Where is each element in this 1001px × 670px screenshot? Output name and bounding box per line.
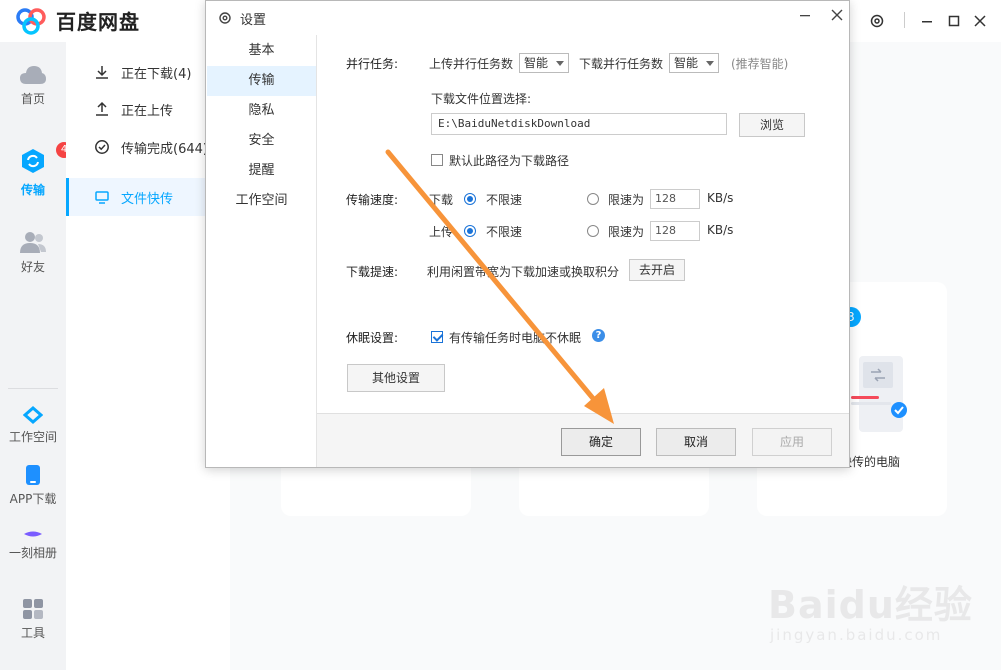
- cancel-button[interactable]: 取消: [656, 428, 736, 456]
- upload-limit-radio[interactable]: [587, 225, 599, 237]
- baidu-netdisk-logo-icon: [16, 7, 46, 35]
- menu-workspace[interactable]: 工作空间: [207, 186, 316, 216]
- settings-gear-icon: [219, 12, 231, 24]
- workspace-icon: [23, 406, 43, 424]
- download-location-label: 下载文件位置选择:: [431, 92, 532, 106]
- nav-album[interactable]: 一刻相册: [0, 528, 66, 561]
- nav-divider: [8, 388, 58, 389]
- nav-workspace[interactable]: 工作空间: [0, 406, 66, 445]
- monitor-icon: [94, 189, 112, 205]
- upload-parallel-value: 智能: [524, 56, 549, 70]
- upload-parallel-select[interactable]: 智能: [519, 53, 569, 73]
- download-limit-input[interactable]: 128: [650, 189, 700, 209]
- check-circle-icon: [94, 139, 112, 155]
- help-icon[interactable]: ?: [592, 329, 605, 342]
- download-unlimited-label: 不限速: [486, 193, 523, 207]
- boost-enable-button[interactable]: 去开启: [629, 259, 685, 281]
- upload-parallel-label: 上传并行任务数: [429, 57, 514, 71]
- watermark-url: jingyan.baidu.com: [770, 626, 943, 644]
- friends-icon: [20, 232, 46, 253]
- download-limit-unit: KB/s: [707, 191, 734, 205]
- download-path-input[interactable]: E:\BaiduNetdiskDownload: [431, 113, 727, 135]
- browse-button[interactable]: 浏览: [739, 113, 805, 137]
- nav-home[interactable]: 首页: [0, 64, 66, 107]
- nav-transfer-label: 传输: [20, 183, 45, 197]
- transfer-icon: [22, 149, 44, 173]
- upload-unlimited-label: 不限速: [486, 225, 523, 239]
- subnav-completed-label: 传输完成(644): [121, 141, 208, 157]
- apply-button[interactable]: 应用: [752, 428, 832, 456]
- dialog-titlebar: 设置: [206, 1, 849, 35]
- parallel-label: 并行任务:: [346, 57, 399, 71]
- nav-home-label: 首页: [20, 92, 45, 106]
- titlebar-divider: [904, 12, 905, 28]
- sleep-label: 休眠设置:: [346, 331, 399, 345]
- nav-album-label: 一刻相册: [8, 546, 57, 560]
- computer-illustration-icon: [851, 356, 907, 432]
- nav-tools-label: 工具: [20, 626, 45, 640]
- upload-limit-unit: KB/s: [707, 223, 734, 237]
- tools-icon: [23, 599, 43, 619]
- chevron-down-icon: [706, 61, 714, 66]
- default-path-label: 默认此路径为下载路径: [449, 154, 570, 168]
- watermark-title: Baidu经验: [768, 583, 973, 627]
- ok-button[interactable]: 确定: [561, 428, 641, 456]
- dialog-minimize-icon[interactable]: [794, 4, 816, 26]
- app-title: 百度网盘: [56, 10, 140, 34]
- chevron-down-icon: [556, 61, 564, 66]
- dialog-footer: 确定 取消 应用: [317, 413, 849, 467]
- nav-workspace-label: 工作空间: [8, 430, 57, 444]
- settings-dialog: 设置 基本 传输 隐私 安全 提醒 工作空间 并行任务: 上传并行任务数 智能 …: [205, 0, 850, 468]
- download-icon: [94, 64, 112, 80]
- baidu-jingyan-watermark: Baidu经验 jingyan.baidu.com: [768, 560, 988, 660]
- nav-friends-label: 好友: [20, 260, 45, 274]
- settings-gear-icon[interactable]: [864, 8, 890, 34]
- transfer-settings-panel: 并行任务: 上传并行任务数 智能 下载并行任务数 智能 (推荐智能) 下载文件位…: [317, 35, 849, 413]
- upload-unlimited-radio[interactable]: [464, 225, 476, 237]
- boost-label: 下载提速:: [346, 265, 399, 279]
- subnav-uploading-label: 正在上传: [121, 103, 174, 119]
- download-unlimited-radio[interactable]: [464, 193, 476, 205]
- nav-transfer[interactable]: 4 传输: [0, 142, 72, 198]
- album-icon: [24, 531, 42, 537]
- nav-app-download[interactable]: APP下载: [0, 464, 66, 507]
- menu-transfer[interactable]: 传输: [207, 66, 316, 96]
- speed-label: 传输速度:: [346, 193, 399, 207]
- upload-limit-input[interactable]: 128: [650, 221, 700, 241]
- no-sleep-label: 有传输任务时电脑不休眠: [449, 331, 582, 345]
- menu-reminder[interactable]: 提醒: [207, 156, 316, 186]
- subnav-downloading-label: 正在下载(4): [121, 66, 192, 82]
- menu-security[interactable]: 安全: [207, 126, 316, 156]
- menu-basic[interactable]: 基本: [207, 36, 316, 66]
- no-sleep-checkbox[interactable]: [431, 331, 443, 343]
- minimize-icon[interactable]: [914, 8, 940, 34]
- phone-icon: [26, 465, 40, 485]
- upload-limit-label: 限速为: [608, 225, 645, 239]
- app-logo: 百度网盘: [14, 6, 140, 35]
- boost-text: 利用闲置带宽为下载加速或换取积分: [427, 265, 620, 279]
- nav-app-download-label: APP下载: [9, 492, 57, 506]
- menu-privacy[interactable]: 隐私: [207, 96, 316, 126]
- cloud-icon: [20, 66, 46, 84]
- parallel-hint: (推荐智能): [731, 57, 789, 71]
- download-parallel-select[interactable]: 智能: [669, 53, 719, 73]
- settings-menu: 基本 传输 隐私 安全 提醒 工作空间: [207, 35, 317, 467]
- subnav-file-quick-transfer-label: 文件快传: [121, 191, 174, 207]
- upload-icon: [94, 101, 112, 117]
- close-icon[interactable]: [967, 8, 993, 34]
- nav-tools[interactable]: 工具: [0, 598, 66, 641]
- download-parallel-value: 智能: [674, 56, 699, 70]
- dialog-close-icon[interactable]: [826, 4, 848, 26]
- download-limit-label: 限速为: [608, 193, 645, 207]
- nav-friends[interactable]: 好友: [0, 230, 66, 275]
- upload-speed-label: 上传: [429, 225, 454, 239]
- download-speed-label: 下载: [429, 193, 454, 207]
- left-nav: 首页 4 传输 好友 工作空间 APP下载 一刻相册 工具: [0, 42, 72, 670]
- download-limit-radio[interactable]: [587, 193, 599, 205]
- dialog-title: 设置: [240, 12, 267, 28]
- other-settings-button[interactable]: 其他设置: [347, 364, 445, 392]
- download-parallel-label: 下载并行任务数: [579, 57, 664, 71]
- default-path-checkbox[interactable]: [431, 154, 443, 166]
- maximize-icon[interactable]: [941, 8, 967, 34]
